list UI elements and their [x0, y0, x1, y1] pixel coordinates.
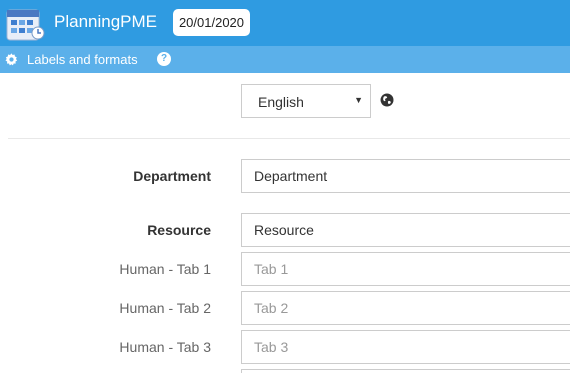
planningpme-logo-icon [6, 9, 45, 41]
help-icon[interactable]: ? [157, 52, 171, 66]
human-tab3-field[interactable] [241, 330, 570, 364]
department-field[interactable] [241, 159, 570, 193]
next-field-partial[interactable] [241, 369, 570, 373]
human-tab2-label: Human - Tab 2 [119, 300, 211, 316]
human-tab1-label: Human - Tab 1 [119, 261, 211, 277]
resource-field[interactable] [241, 213, 570, 247]
top-bar: PlanningPME 20/01/2020 [0, 0, 570, 46]
gear-icon [5, 53, 18, 66]
department-label: Department [133, 168, 211, 184]
human-tab2-field[interactable] [241, 291, 570, 325]
human-tab1-field[interactable] [241, 252, 570, 286]
language-selected-value: English [258, 94, 304, 110]
chevron-down-icon: ▼ [354, 95, 363, 105]
date-badge[interactable]: 20/01/2020 [173, 9, 250, 36]
section-title: Labels and formats [27, 52, 138, 67]
resource-label: Resource [147, 222, 211, 238]
divider [8, 138, 570, 139]
language-select[interactable]: English ▼ [241, 84, 371, 118]
app-title: PlanningPME [54, 12, 158, 31]
human-tab3-label: Human - Tab 3 [119, 339, 211, 355]
globe-icon[interactable] [380, 93, 394, 107]
section-bar: Labels and formats ? [0, 46, 570, 73]
